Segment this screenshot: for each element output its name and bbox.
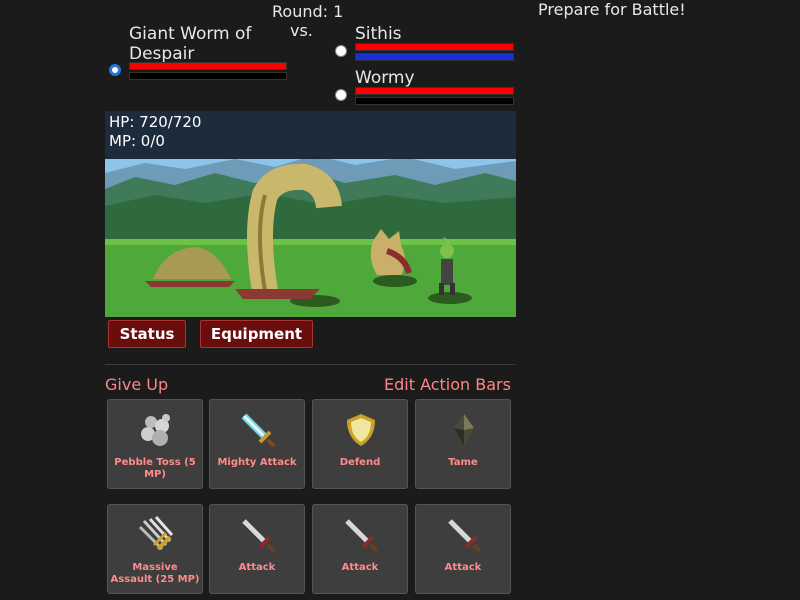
round-label: Round: 1 — [272, 2, 344, 21]
enemy-mp-bar — [355, 53, 514, 61]
sword-icon — [345, 519, 379, 553]
divider — [105, 364, 516, 365]
action-label: Pebble Toss (5 MP) — [114, 457, 196, 480]
action-pebble-toss[interactable]: Pebble Toss (5 MP) — [107, 399, 203, 489]
swords-bundle-icon — [138, 516, 174, 551]
action-massive-assault[interactable]: Massive Assault (25 MP) — [107, 504, 203, 594]
action-attack-2[interactable]: Attack — [312, 504, 408, 594]
player-select-radio[interactable] — [109, 64, 121, 76]
scene-hp-text: HP: 720/720 — [109, 113, 202, 131]
battle-status-message: Prepare for Battle! — [538, 0, 686, 19]
sword-icon — [448, 519, 482, 553]
action-label: Massive Assault (25 MP) — [110, 562, 200, 585]
player-bars — [129, 62, 287, 80]
action-label: Attack — [238, 562, 276, 573]
enemy-bars-sithis — [355, 43, 514, 61]
shield-icon — [347, 414, 375, 446]
vs-label: vs. — [290, 21, 313, 40]
action-attack-3[interactable]: Attack — [415, 504, 511, 594]
equipment-button[interactable]: Equipment — [200, 320, 313, 348]
action-label: Attack — [444, 562, 482, 573]
action-attack-1[interactable]: Attack — [209, 504, 305, 594]
enemy-select-radio-wormy[interactable] — [335, 89, 347, 101]
enemy-hp-bar — [355, 87, 514, 95]
action-label: Defend — [339, 457, 381, 468]
crystal-icon — [454, 414, 474, 446]
action-label: Attack — [341, 562, 379, 573]
enemy-mp-bar — [355, 97, 514, 105]
player-hp-bar — [129, 62, 287, 70]
action-tame[interactable]: Tame — [415, 399, 511, 489]
enemy-name-wormy: Wormy — [355, 68, 415, 88]
glowing-sword-icon — [241, 413, 276, 448]
sword-icon — [242, 519, 276, 553]
player-mp-bar — [129, 72, 287, 80]
action-label: Tame — [448, 457, 478, 468]
status-button[interactable]: Status — [108, 320, 186, 348]
action-mighty-attack[interactable]: Mighty Attack — [209, 399, 305, 489]
battle-scene: HP: 720/720 MP: 0/0 — [105, 111, 516, 317]
action-defend[interactable]: Defend — [312, 399, 408, 489]
enemy-hp-bar — [355, 43, 514, 51]
scene-hud: HP: 720/720 MP: 0/0 — [105, 111, 516, 159]
edit-action-bars-link[interactable]: Edit Action Bars — [384, 375, 511, 394]
pebbles-icon — [141, 414, 170, 446]
scene-mp-text: MP: 0/0 — [109, 132, 165, 150]
enemy-bars-wormy — [355, 87, 514, 105]
enemy-name-sithis: Sithis — [355, 24, 402, 44]
enemy-select-radio-sithis[interactable] — [335, 45, 347, 57]
player-name: Giant Worm of Despair — [129, 24, 252, 64]
give-up-link[interactable]: Give Up — [105, 375, 168, 394]
action-label: Mighty Attack — [217, 457, 297, 468]
